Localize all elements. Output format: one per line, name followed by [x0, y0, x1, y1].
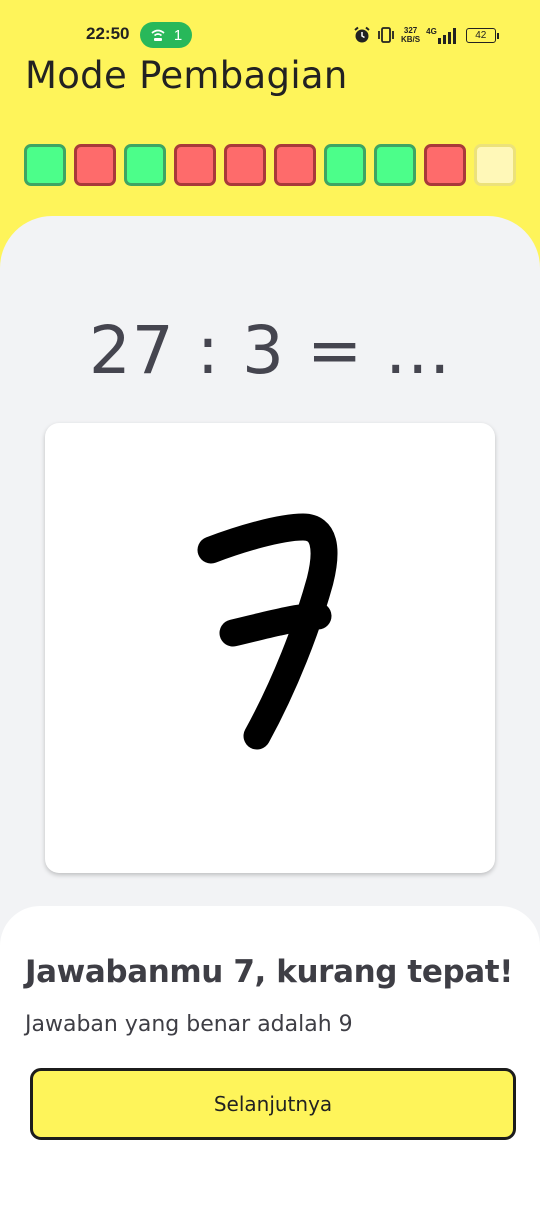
progress-item-correct [324, 144, 366, 186]
feedback-message: Jawaban yang benar adalah 9 [25, 1012, 353, 1037]
next-button[interactable]: Selanjutnya [30, 1068, 516, 1140]
handwritten-answer [197, 513, 338, 750]
net-speed-unit: KB/S [401, 35, 421, 44]
feedback-title: Jawabanmu 7, kurang tepat! [25, 954, 513, 990]
hotspot-indicator: 1 [140, 22, 192, 48]
net-speed: 327 KB/S [401, 26, 420, 44]
signal-icon [437, 27, 456, 44]
progress-item-wrong [224, 144, 266, 186]
battery-icon: 42 [465, 27, 499, 43]
status-icons: 327 KB/S 4G 42 [353, 24, 499, 46]
hotspot-icon [151, 29, 165, 41]
next-button-label: Selanjutnya [213, 1092, 333, 1116]
signal-indicator: 4G [426, 27, 460, 44]
progress-item-correct [124, 144, 166, 186]
progress-item-wrong [274, 144, 316, 186]
progress-item-wrong [74, 144, 116, 186]
progress-indicator [24, 144, 516, 186]
answer-stroke [219, 602, 332, 647]
hotspot-count: 1 [173, 26, 183, 44]
battery-level: 42 [475, 29, 487, 41]
vibrate-icon [378, 27, 394, 43]
feedback-sheet [0, 906, 540, 1206]
progress-item-correct [24, 144, 66, 186]
progress-item-wrong [424, 144, 466, 186]
status-bar: 22:50 1 327 KB/S 4G 42 [0, 0, 540, 60]
drawing-canvas[interactable] [45, 423, 495, 873]
network-type: 4G [426, 26, 437, 36]
progress-item-correct [374, 144, 416, 186]
status-time: 22:50 [86, 24, 130, 43]
alarm-icon [354, 26, 370, 43]
net-speed-value: 327 [403, 26, 418, 35]
progress-item-pending [474, 144, 516, 186]
question-text: 27 : 3 = ... [88, 312, 452, 389]
page-title: Mode Pembagian [25, 54, 348, 97]
progress-item-wrong [174, 144, 216, 186]
